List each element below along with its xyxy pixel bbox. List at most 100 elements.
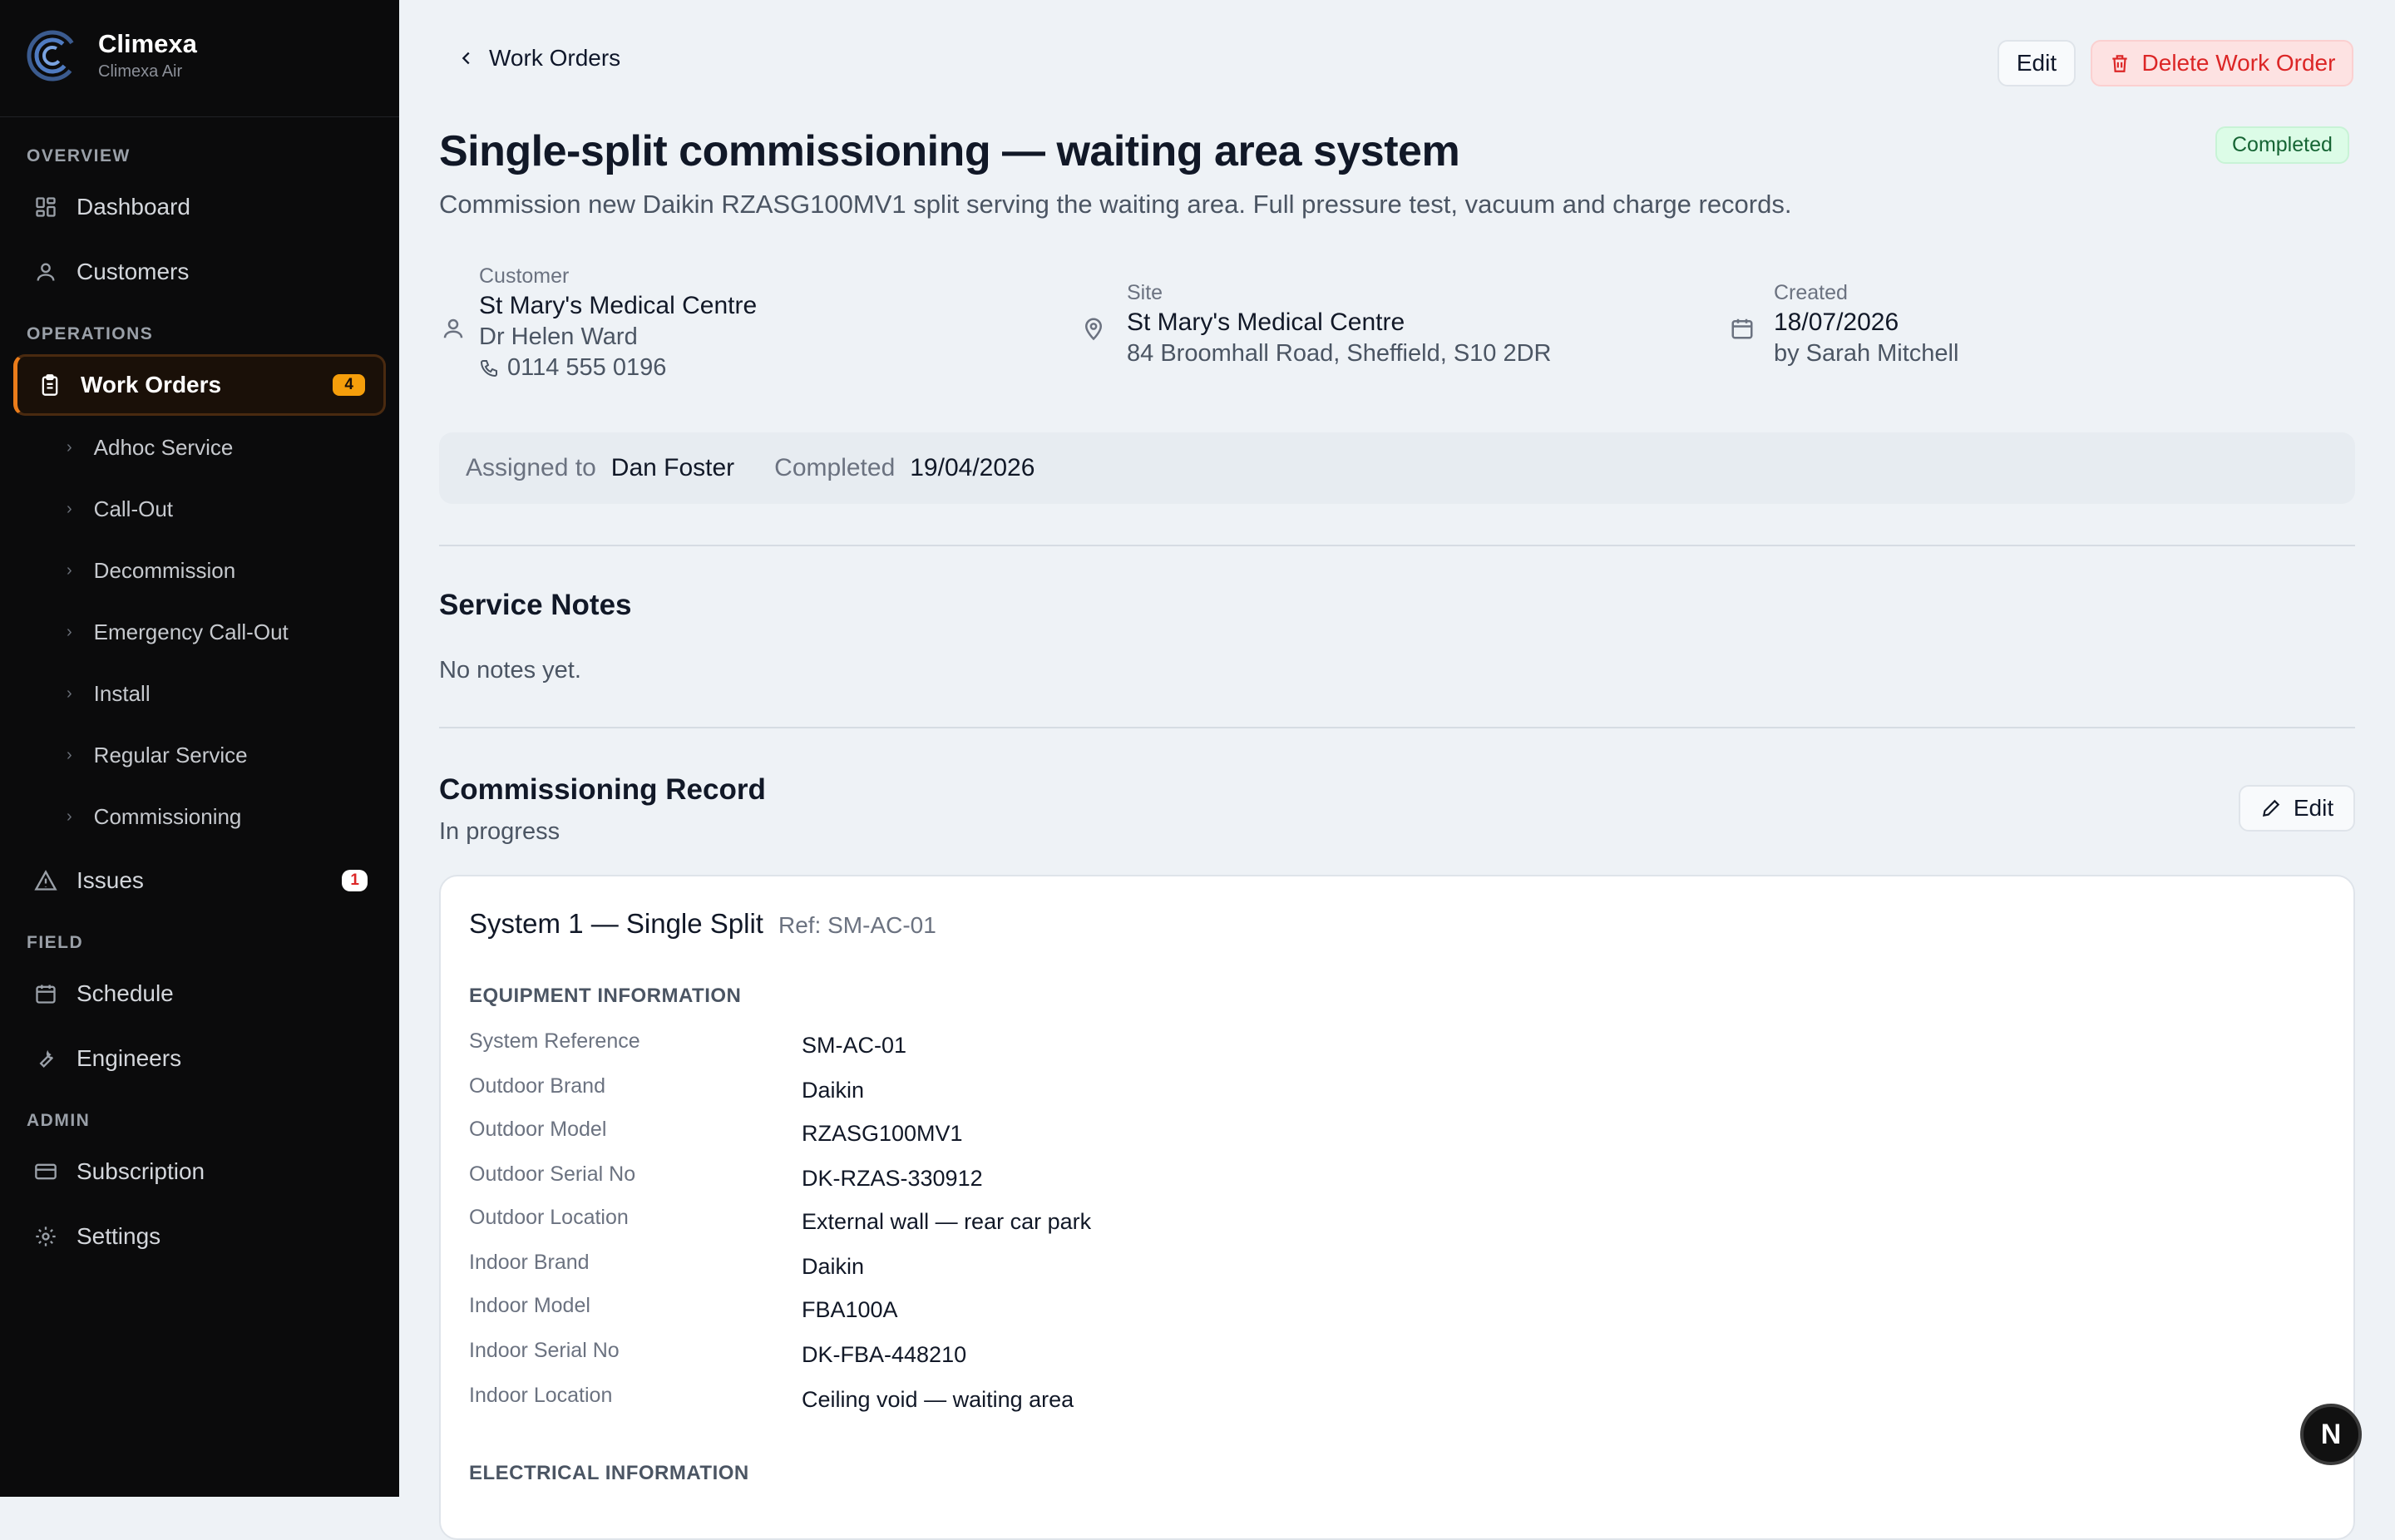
sidebar-item-label: Settings: [77, 1223, 161, 1249]
service-notes-title: Service Notes: [439, 589, 632, 621]
sidebar-item-settings[interactable]: Settings: [13, 1206, 386, 1267]
sidebar-item-work-orders[interactable]: Work Orders 4: [13, 354, 386, 416]
sidebar-subitem[interactable]: › Regular Service: [67, 730, 248, 780]
chevron-right-icon: ›: [67, 807, 72, 826]
sidebar-subitem-label: Adhoc Service: [93, 434, 234, 460]
phone-icon: [480, 359, 497, 377]
chevron-left-icon: [462, 52, 470, 65]
trash-icon: [2111, 55, 2127, 72]
field-value: DK-RZAS-330912: [802, 1166, 983, 1191]
field-label: System Reference: [469, 1029, 640, 1053]
back-link-label: Work Orders: [489, 45, 621, 71]
dashboard-icon: [33, 195, 58, 220]
pencil-icon: [2262, 799, 2280, 817]
main-content: Work Orders Edit Delete Work Order Singl…: [399, 0, 2395, 1540]
sidebar-item-customers[interactable]: Customers: [13, 241, 386, 303]
sidebar-item-label: Customers: [77, 259, 190, 284]
work-order-description: Commission new Daikin RZASG100MV1 split …: [439, 190, 1792, 219]
equipment-row: Outdoor Location External wall — rear car…: [469, 1206, 1467, 1239]
sidebar-subitem[interactable]: › Call-Out: [67, 484, 173, 534]
clipboard-icon: [37, 373, 62, 397]
brand[interactable]: Climexa Climexa Air: [27, 30, 197, 81]
commissioning-record-title: Commissioning Record: [439, 773, 766, 806]
sidebar-item-label: Engineers: [77, 1045, 182, 1071]
field-value: External wall — rear car park: [802, 1209, 1092, 1234]
sidebar-item-schedule[interactable]: Schedule: [13, 963, 386, 1024]
field-label: Indoor Brand: [469, 1251, 590, 1274]
sidebar-item-label: Dashboard: [77, 194, 190, 220]
customer-phone-row[interactable]: 0114 555 0196: [479, 354, 757, 382]
customer-label: Customer: [479, 264, 570, 288]
calendar-icon: [1731, 318, 1753, 339]
chevron-right-icon: ›: [67, 745, 72, 764]
customer-name[interactable]: St Mary's Medical Centre: [479, 292, 757, 320]
equipment-row: Indoor Brand Daikin: [469, 1251, 1467, 1284]
system-header: System 1 — Single Split Ref: SM-AC-01: [469, 908, 936, 940]
section-operations: OPERATIONS: [27, 324, 154, 343]
field-label: Indoor Model: [469, 1294, 590, 1317]
warning-icon: [33, 868, 58, 893]
credit-card-icon: [33, 1159, 58, 1184]
chevron-right-icon: ›: [67, 684, 72, 703]
edit-commissioning-label: Edit: [2293, 795, 2334, 821]
user-icon: [443, 318, 463, 338]
brand-subtitle: Climexa Air: [98, 62, 183, 81]
equipment-row: Outdoor Serial No DK-RZAS-330912: [469, 1162, 1467, 1196]
field-value: Daikin: [802, 1254, 865, 1279]
wrench-icon: [33, 1046, 58, 1071]
section-overview: OVERVIEW: [27, 146, 131, 165]
site-address: 84 Broomhall Road, Sheffield, S10 2DR: [1127, 340, 1552, 367]
dev-tools-button[interactable]: N: [2300, 1404, 2362, 1465]
field-label: Outdoor Location: [469, 1206, 629, 1229]
sidebar-item-subscription[interactable]: Subscription: [13, 1141, 386, 1202]
created-label: Created: [1774, 281, 1848, 304]
map-pin-icon: [1084, 318, 1103, 341]
equipment-row: Indoor Location Ceiling void — waiting ar…: [469, 1384, 1467, 1417]
created-date: 18/07/2026: [1774, 308, 1899, 336]
sidebar-item-issues[interactable]: Issues 1: [13, 850, 386, 911]
equipment-row: Indoor Serial No DK-FBA-448210: [469, 1339, 1467, 1372]
delete-work-order-button[interactable]: Delete Work Order: [2091, 40, 2353, 86]
customer-phone: 0114 555 0196: [507, 354, 667, 381]
completed-label: Completed: [774, 454, 896, 481]
work-orders-count-badge: 4: [333, 374, 365, 396]
delete-button-label: Delete Work Order: [2141, 50, 2336, 76]
sidebar-subitem[interactable]: › Emergency Call-Out: [67, 607, 289, 657]
sidebar-item-label: Issues: [77, 867, 144, 893]
field-value: Daikin: [802, 1078, 865, 1103]
brand-name: Climexa: [98, 29, 197, 59]
field-label: Indoor Location: [469, 1384, 613, 1407]
field-value: FBA100A: [802, 1297, 898, 1322]
completed-date: 19/04/2026: [910, 454, 1035, 481]
page-title: Single-split commissioning — waiting are…: [439, 127, 1460, 175]
field-value: Ceiling void — waiting area: [802, 1387, 1074, 1412]
issues-count-badge: 1: [342, 870, 368, 891]
edit-button[interactable]: Edit: [1997, 40, 2076, 86]
sidebar-subitem[interactable]: › Decommission: [67, 545, 235, 595]
sidebar-subitem[interactable]: › Install: [67, 669, 151, 718]
field-label: Indoor Serial No: [469, 1339, 620, 1362]
system-title: System 1 — Single Split: [469, 908, 763, 939]
sidebar-item-dashboard[interactable]: Dashboard: [13, 176, 386, 238]
gear-icon: [33, 1224, 58, 1249]
sidebar-subitem-label: Emergency Call-Out: [93, 619, 289, 644]
site-name[interactable]: St Mary's Medical Centre: [1127, 308, 1552, 337]
user-icon: [33, 259, 58, 284]
edit-commissioning-button[interactable]: Edit: [2239, 785, 2355, 832]
assigned-to-value: Dan Foster: [610, 454, 735, 481]
back-link[interactable]: Work Orders: [457, 45, 620, 72]
chevron-right-icon: ›: [67, 560, 72, 580]
section-admin: ADMIN: [27, 1111, 91, 1130]
sidebar-subitem[interactable]: › Adhoc Service: [67, 422, 233, 472]
equipment-row: Indoor Model FBA100A: [469, 1294, 1467, 1327]
system-card: System 1 — Single Split Ref: SM-AC-01 EQ…: [439, 875, 2355, 1540]
sidebar-subitem-label: Regular Service: [93, 742, 248, 768]
equipment-heading: EQUIPMENT INFORMATION: [469, 985, 742, 1007]
section-field: FIELD: [27, 933, 84, 952]
dev-tools-label: N: [2320, 1418, 2342, 1450]
customer-info: Customer St Mary's Medical Centre Dr Hel…: [479, 264, 757, 382]
status-badge: Completed: [2215, 126, 2349, 164]
sidebar-item-engineers[interactable]: Engineers: [13, 1028, 386, 1089]
sidebar-subitem[interactable]: › Commissioning: [67, 792, 241, 842]
edit-button-label: Edit: [2016, 50, 2057, 76]
